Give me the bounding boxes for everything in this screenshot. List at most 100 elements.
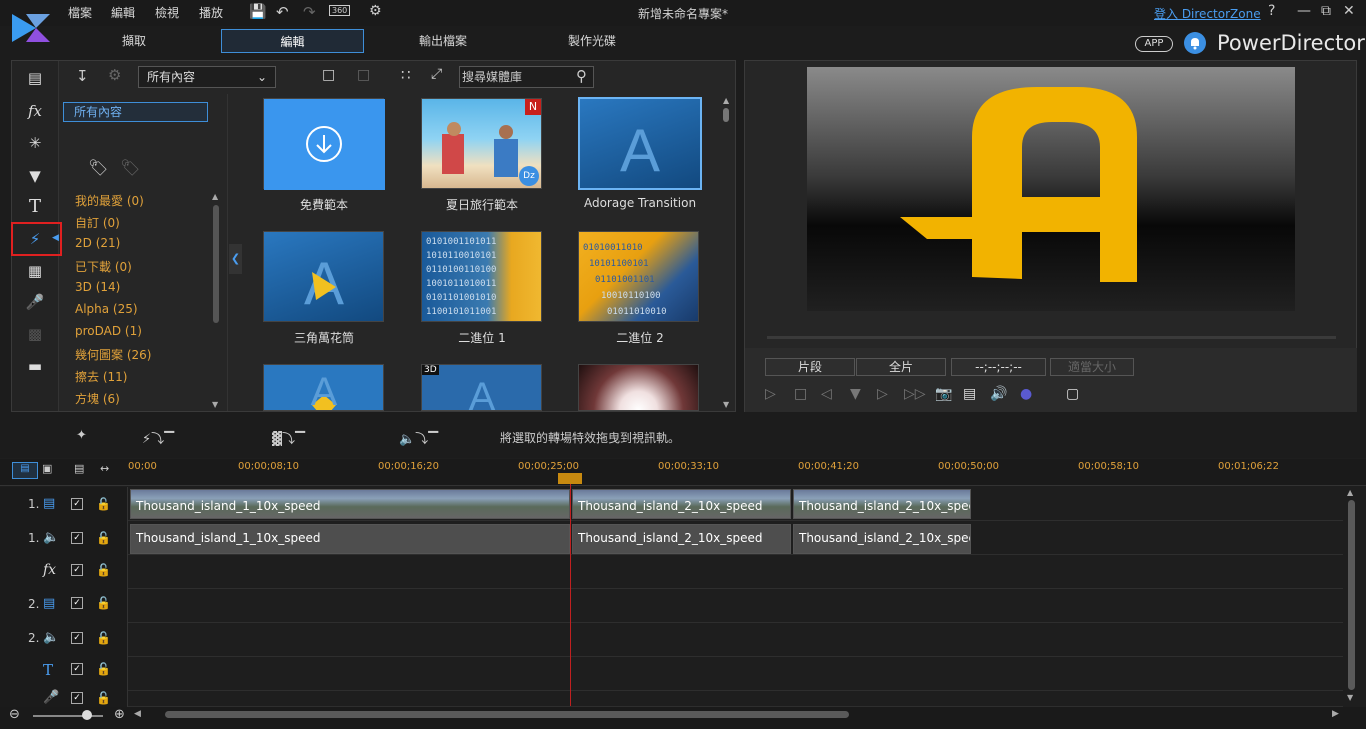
video-clip[interactable]: Thousand_island_1_10x_speed bbox=[130, 489, 570, 519]
close-icon[interactable]: ✕ bbox=[1343, 3, 1355, 19]
minimize-icon[interactable]: — bbox=[1297, 3, 1311, 19]
category-item[interactable]: Alpha (25) bbox=[75, 302, 138, 316]
category-item[interactable]: 已下載 (0) bbox=[75, 258, 132, 275]
category-all-content[interactable]: 所有內容 bbox=[63, 102, 208, 122]
subtitle-room-icon[interactable]: ▬ bbox=[23, 355, 47, 377]
subtitle-toggle-icon[interactable]: ▤ bbox=[963, 386, 976, 402]
track-lock-icon[interactable]: 🔓 bbox=[96, 497, 111, 511]
playhead-handle[interactable] bbox=[558, 473, 582, 484]
apply-to-all-video-icon[interactable]: ⚡⤵▔ bbox=[142, 428, 174, 447]
preview-seekbar[interactable] bbox=[767, 336, 1336, 339]
particle-room-icon[interactable]: ▼ bbox=[23, 165, 47, 187]
scroll-left-icon[interactable]: ◀ bbox=[134, 709, 141, 719]
audio-mixing-room-icon[interactable]: ▦ bbox=[23, 260, 47, 282]
apply-to-all-transition-icon[interactable]: ▓⤵▔ bbox=[272, 428, 305, 447]
binary-2-thumb[interactable]: 01010011010 10101100101 01101001101 1001011… bbox=[578, 231, 699, 322]
category-item[interactable]: 自訂 (0) bbox=[75, 214, 120, 231]
help-button[interactable]: ? bbox=[1268, 3, 1275, 19]
volume-icon[interactable]: 🔊 bbox=[990, 386, 1007, 402]
zoom-slider-thumb[interactable] bbox=[82, 710, 92, 720]
restore-icon[interactable]: ⧉ bbox=[1321, 3, 1331, 19]
notification-bell-icon[interactable] bbox=[1184, 32, 1206, 54]
content-filter-dropdown[interactable]: 所有內容 ⌄ bbox=[138, 66, 276, 88]
summer-travel-template-thumb[interactable]: N Dz bbox=[421, 98, 542, 189]
transition-thumb[interactable]: A bbox=[263, 364, 384, 411]
playhead-line[interactable] bbox=[570, 484, 571, 706]
scroll-down-icon[interactable]: ▼ bbox=[212, 400, 218, 409]
preview-size-select[interactable]: 適當大小 bbox=[1050, 358, 1134, 376]
audio-clip[interactable]: Thousand_island_1_10x_speed bbox=[130, 524, 570, 554]
chapter-room-icon[interactable]: ▩ bbox=[23, 323, 47, 345]
preview-video[interactable] bbox=[807, 67, 1295, 311]
timeline-v-scrollbar[interactable] bbox=[1348, 500, 1355, 690]
scroll-down-icon[interactable]: ▼ bbox=[723, 400, 729, 409]
expand-icon[interactable]: ⤢ bbox=[431, 66, 442, 82]
zoom-out-icon[interactable]: ⊖ bbox=[9, 707, 20, 722]
undock-preview-icon[interactable]: ▢ bbox=[1066, 386, 1079, 402]
zoom-in-icon[interactable]: ⊕ bbox=[114, 707, 125, 722]
category-item[interactable]: 我的最愛 (0) bbox=[75, 192, 144, 209]
split-icon[interactable]: ▼ bbox=[850, 386, 861, 402]
zoom-slider-track[interactable] bbox=[33, 715, 103, 717]
audio-clip[interactable]: Thousand_island_2_10x_speed bbox=[793, 524, 971, 554]
add-tag-icon[interactable]: 🏷 bbox=[88, 158, 108, 177]
tab-create-disc[interactable]: 製作光碟 bbox=[533, 29, 651, 53]
track-enable-checkbox[interactable]: ✓ bbox=[71, 564, 83, 576]
category-item[interactable]: 方塊 (6) bbox=[75, 390, 120, 407]
category-item[interactable]: 3D (14) bbox=[75, 280, 120, 294]
undo-icon[interactable]: ↶ bbox=[276, 3, 289, 21]
track-enable-checkbox[interactable]: ✓ bbox=[71, 597, 83, 609]
stop-icon[interactable]: □ bbox=[794, 386, 807, 402]
tab-capture[interactable]: 擷取 bbox=[75, 29, 193, 53]
scroll-up-icon[interactable]: ▲ bbox=[723, 96, 729, 105]
fit-timeline-icon[interactable]: ↔ bbox=[100, 462, 109, 475]
play-icon[interactable]: ▷ bbox=[765, 386, 776, 402]
next-frame-icon[interactable]: ▷ bbox=[877, 386, 888, 402]
timeline-view-button[interactable]: ▤ bbox=[12, 462, 38, 479]
track-lock-icon[interactable]: 🔓 bbox=[96, 631, 111, 645]
timecode-display[interactable]: --;--;--;-- bbox=[951, 358, 1046, 376]
login-link[interactable]: 登入 DirectorZone bbox=[1154, 5, 1261, 22]
import-media-icon[interactable]: ↧ bbox=[76, 67, 89, 85]
360-view-icon[interactable]: ● bbox=[1020, 386, 1032, 402]
track-manager-icon[interactable]: ▤ bbox=[74, 462, 84, 475]
apply-to-audio-icon[interactable]: 🔈⤵▔ bbox=[399, 428, 438, 447]
previous-frame-icon[interactable]: ◁ bbox=[821, 386, 832, 402]
audio-clip[interactable]: Thousand_island_2_10x_speed bbox=[572, 524, 791, 554]
fx-room-icon[interactable]: fx bbox=[23, 100, 47, 122]
menu-play[interactable]: 播放 bbox=[199, 4, 223, 21]
directorzone-download-icon[interactable]: ⚙ bbox=[108, 66, 121, 84]
binary-1-thumb[interactable]: 0101001101011 1010110010101 0110100110100 1… bbox=[421, 231, 542, 322]
scroll-up-icon[interactable]: ▲ bbox=[212, 192, 218, 201]
voice-over-room-icon[interactable]: 🎤 bbox=[23, 291, 47, 313]
pip-room-icon[interactable]: ✳ bbox=[23, 132, 47, 154]
3d-transition-thumb[interactable]: A 3D bbox=[421, 364, 542, 411]
track-lock-icon[interactable]: 🔓 bbox=[96, 531, 111, 545]
free-template-thumb[interactable] bbox=[263, 98, 385, 190]
grid-view-icon[interactable]: ∷ bbox=[401, 66, 411, 84]
new-template-icon[interactable]: □ bbox=[322, 67, 335, 83]
transition-effect-icon[interactable]: ✦ bbox=[76, 428, 87, 443]
settings-icon[interactable]: ⚙ bbox=[369, 3, 382, 19]
menu-file[interactable]: 檔案 bbox=[68, 4, 92, 21]
category-item[interactable]: 2D (21) bbox=[75, 236, 120, 250]
track-enable-checkbox[interactable]: ✓ bbox=[71, 692, 83, 704]
storyboard-view-icon[interactable]: ▣ bbox=[42, 462, 52, 475]
modify-template-icon[interactable]: □ bbox=[357, 67, 370, 83]
menu-edit[interactable]: 編輯 bbox=[111, 4, 135, 21]
title-room-icon[interactable]: T bbox=[23, 196, 47, 218]
light-transition-thumb[interactable] bbox=[578, 364, 699, 411]
category-item[interactable]: 擦去 (11) bbox=[75, 368, 127, 385]
timeline-h-scrollbar[interactable] bbox=[165, 711, 849, 718]
category-item[interactable]: 幾何圖案 (26) bbox=[75, 346, 151, 363]
video-clip[interactable]: Thousand_island_2_10x_speed bbox=[793, 489, 971, 519]
360-badge[interactable]: 360 bbox=[329, 5, 351, 16]
search-input[interactable]: 搜尋媒體庫 ⚲ bbox=[459, 66, 594, 88]
remove-tag-icon[interactable]: 🏷 bbox=[120, 158, 140, 177]
media-room-icon[interactable]: ▤ bbox=[23, 67, 47, 89]
triangle-kaleidoscope-thumb[interactable]: A bbox=[263, 231, 384, 322]
tab-edit[interactable]: 編輯 bbox=[221, 29, 364, 53]
track-enable-checkbox[interactable]: ✓ bbox=[71, 632, 83, 644]
track-enable-checkbox[interactable]: ✓ bbox=[71, 498, 83, 510]
snapshot-icon[interactable]: 📷 bbox=[935, 386, 952, 402]
